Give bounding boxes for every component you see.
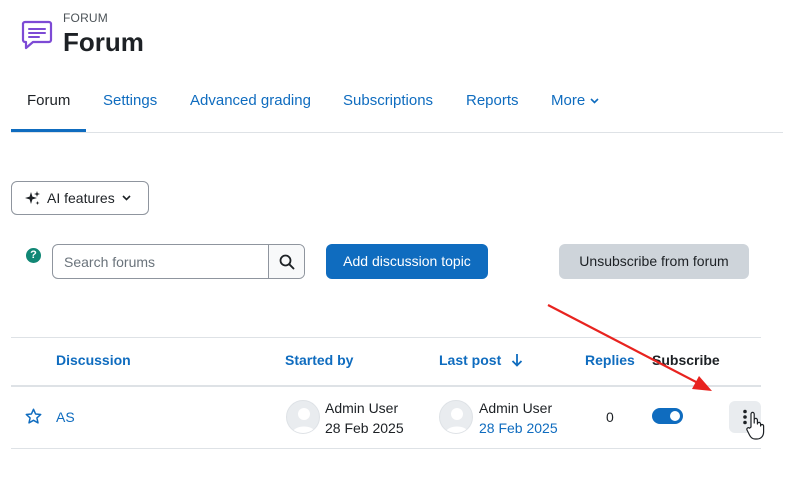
- column-header-last-post[interactable]: Last post: [439, 352, 523, 368]
- started-by-date: 28 Feb 2025: [325, 420, 404, 436]
- user-avatar-icon: [292, 408, 316, 433]
- help-icon[interactable]: ?: [26, 248, 41, 263]
- column-header-subscribe: Subscribe: [652, 352, 720, 368]
- discussion-link[interactable]: AS: [56, 409, 75, 425]
- column-header-replies[interactable]: Replies: [585, 352, 635, 368]
- replies-count: 0: [606, 409, 614, 425]
- unsubscribe-from-forum-button[interactable]: Unsubscribe from forum: [559, 244, 749, 279]
- page-kicker: FORUM: [63, 11, 108, 25]
- sort-down-arrow-icon: [511, 354, 523, 367]
- tab-subscriptions[interactable]: Subscriptions: [343, 78, 433, 131]
- search-forums: [52, 244, 305, 279]
- column-header-started-by[interactable]: Started by: [285, 352, 353, 368]
- search-input[interactable]: [53, 245, 269, 278]
- column-header-last-post-label: Last post: [439, 352, 502, 368]
- discussion-actions-menu-button[interactable]: [729, 401, 761, 433]
- avatar: [286, 400, 320, 434]
- star-icon[interactable]: [25, 408, 42, 425]
- subscribe-toggle[interactable]: [652, 408, 683, 424]
- add-discussion-topic-button[interactable]: Add discussion topic: [326, 244, 488, 279]
- kebab-menu-icon: [743, 409, 747, 425]
- chevron-down-icon: [590, 98, 599, 104]
- started-by-name: Admin User: [325, 400, 399, 416]
- tab-more-label: More: [551, 92, 586, 109]
- avatar: [439, 400, 473, 434]
- toggle-knob: [670, 411, 680, 421]
- column-header-discussion[interactable]: Discussion: [56, 352, 131, 368]
- tab-more[interactable]: More: [551, 78, 599, 131]
- search-icon: [279, 254, 294, 269]
- tab-reports[interactable]: Reports: [466, 78, 519, 131]
- ai-features-label: AI features: [47, 190, 115, 206]
- forum-icon: [21, 20, 53, 50]
- tab-advanced-grading[interactable]: Advanced grading: [190, 78, 311, 131]
- search-button[interactable]: [268, 245, 304, 278]
- table-row-border: [11, 448, 761, 449]
- sparkles-icon: [25, 190, 40, 205]
- last-post-name: Admin User: [479, 400, 553, 416]
- secondary-navigation: Forum Settings Advanced grading Subscrip…: [11, 78, 783, 133]
- ai-features-button[interactable]: AI features: [11, 181, 149, 215]
- tab-forum[interactable]: Forum: [11, 78, 87, 132]
- tab-settings[interactable]: Settings: [103, 78, 157, 131]
- user-avatar-icon: [445, 408, 469, 433]
- page-title: Forum: [63, 27, 144, 57]
- table-top-border: [11, 337, 761, 338]
- table-header-border: [11, 385, 761, 387]
- last-post-date-link[interactable]: 28 Feb 2025: [479, 420, 558, 436]
- chevron-down-icon: [122, 195, 131, 201]
